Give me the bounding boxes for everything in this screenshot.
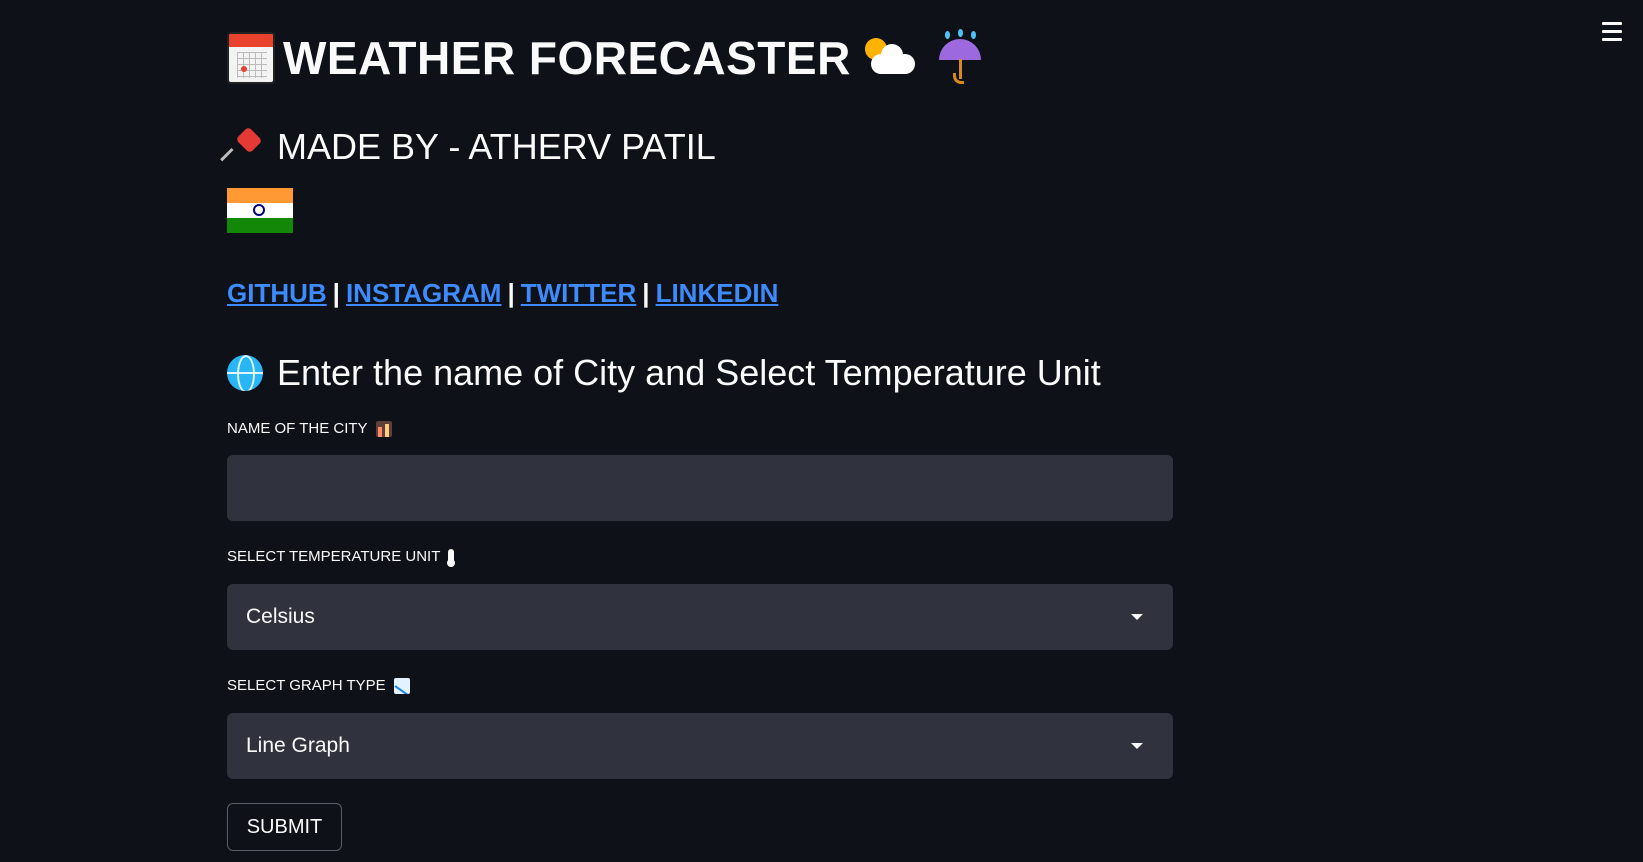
author-text: MADE BY - ATHERV PATIL [277, 126, 716, 167]
city-label-text: NAME OF THE CITY [227, 420, 368, 437]
umbrella-with-rain-icon [937, 29, 983, 85]
cityscape-icon [375, 420, 392, 437]
thermometer-icon [447, 548, 456, 567]
twitter-link[interactable]: TWITTER [521, 278, 637, 308]
india-flag-icon [227, 188, 293, 233]
linkedin-link[interactable]: LINKEDIN [656, 278, 779, 308]
chart-decreasing-icon [393, 677, 410, 694]
link-separator: | [332, 278, 340, 308]
pushpin-icon [220, 126, 263, 165]
graph-field-label: SELECT GRAPH TYPE [227, 677, 410, 694]
temperature-unit-value: Celsius [246, 605, 315, 628]
unit-label-text: SELECT TEMPERATURE UNIT [227, 548, 441, 565]
chevron-down-icon [1131, 614, 1143, 620]
submit-button[interactable]: SUBMIT [227, 803, 342, 851]
unit-field-label: SELECT TEMPERATURE UNIT [227, 548, 456, 567]
city-input[interactable] [227, 455, 1173, 521]
temperature-unit-select[interactable]: Celsius [227, 584, 1173, 650]
chevron-down-icon [1131, 743, 1143, 749]
globe-icon [227, 355, 263, 391]
graph-type-value: Line Graph [246, 734, 350, 757]
city-field-label: NAME OF THE CITY [227, 420, 392, 437]
section-heading-row: Enter the name of City and Select Temper… [227, 348, 1101, 398]
github-link[interactable]: GITHUB [227, 278, 327, 308]
author-row: MADE BY - ATHERV PATIL [220, 122, 716, 172]
instagram-link[interactable]: INSTAGRAM [346, 278, 502, 308]
graph-label-text: SELECT GRAPH TYPE [227, 677, 386, 694]
app-page: WEATHER FORECASTER MADE BY - ATHERV PATI… [0, 0, 1643, 862]
link-separator: | [507, 278, 515, 308]
hamburger-menu-icon[interactable] [1600, 22, 1626, 46]
calendar-icon [227, 32, 275, 84]
page-title: WEATHER FORECASTER [283, 32, 851, 84]
section-heading: Enter the name of City and Select Temper… [277, 352, 1101, 393]
link-separator: | [642, 278, 650, 308]
title-row: WEATHER FORECASTER [227, 28, 983, 88]
social-links: GITHUB | INSTAGRAM | TWITTER | LINKEDIN [227, 278, 778, 309]
sun-behind-cloud-icon [863, 36, 917, 80]
graph-type-select[interactable]: Line Graph [227, 713, 1173, 779]
